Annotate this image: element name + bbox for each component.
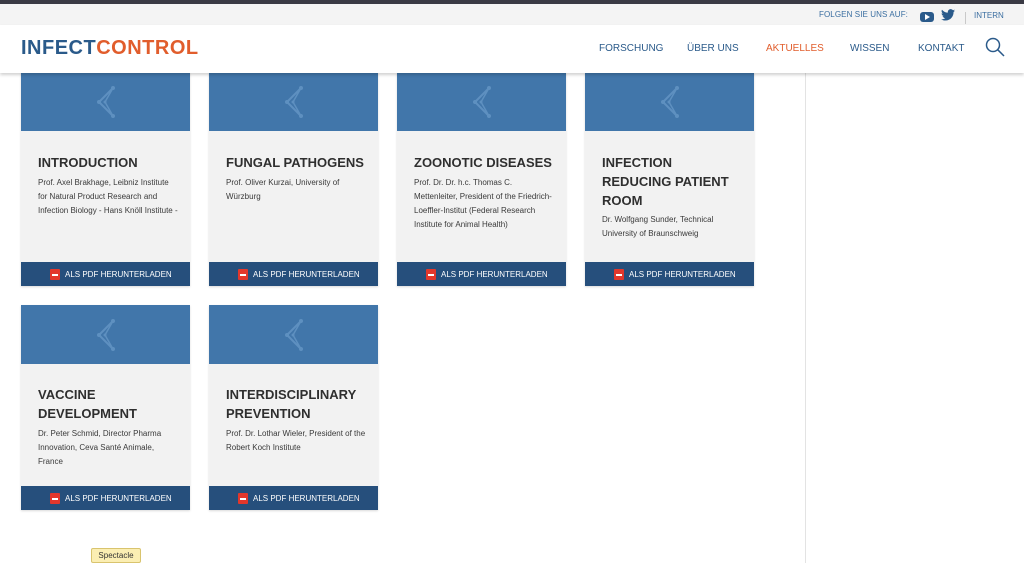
follow-us-label: FOLGEN SIE UNS AUF: <box>818 10 908 19</box>
card-description: Prof. Axel Brakhage, Leibniz Institute f… <box>38 178 178 215</box>
card-vaccine-development[interactable]: VACCINE DEVELOPMENT Dr. Peter Schmid, Di… <box>21 305 190 510</box>
card-image <box>209 72 378 131</box>
pdf-download-button[interactable]: ALS PDF HERUNTERLADEN <box>397 262 566 286</box>
card-fungal-pathogens[interactable]: FUNGAL PATHOGENS Prof. Oliver Kurzai, Un… <box>209 72 378 286</box>
card-title: INTRODUCTION <box>38 155 138 170</box>
card-title: VACCINE DEVELOPMENT <box>38 387 137 421</box>
site-logo[interactable]: INFECTCONTROL <box>21 37 199 60</box>
card-image <box>397 72 566 131</box>
infectcontrol-logo-icon <box>473 86 491 118</box>
card-infection-reducing-patient-room[interactable]: INFECTION REDUCING PATIENT ROOM Dr. Wolf… <box>585 72 754 286</box>
card-zoonotic-diseases[interactable]: ZOONOTIC DISEASES Prof. Dr. Dr. h.c. Tho… <box>397 72 566 286</box>
nav-item-aktuelles[interactable]: AKTUELLES <box>766 43 824 54</box>
youtube-icon[interactable] <box>920 12 934 22</box>
infectcontrol-logo-icon <box>661 86 679 118</box>
card-image <box>21 305 190 364</box>
pdf-icon <box>426 269 436 280</box>
card-image <box>21 72 190 131</box>
card-title: INTERDISCIPLINARY PREVENTION <box>226 387 357 421</box>
twitter-icon[interactable] <box>941 9 955 24</box>
pdf-icon <box>238 269 248 280</box>
nav-item-forschung[interactable]: FORSCHUNG <box>599 43 663 54</box>
logo-part-infect: INFECT <box>21 37 97 59</box>
pdf-download-button[interactable]: ALS PDF HERUNTERLADEN <box>209 262 378 286</box>
infectcontrol-logo-icon <box>97 86 115 118</box>
infectcontrol-logo-icon <box>285 86 303 118</box>
download-label: ALS PDF HERUNTERLADEN <box>629 270 736 279</box>
card-title: INFECTION REDUCING PATIENT ROOM <box>602 155 729 208</box>
logo-part-control: CONTROL <box>96 37 199 59</box>
card-introduction[interactable]: INTRODUCTION Prof. Axel Brakhage, Leibni… <box>21 72 190 286</box>
nav-item-ueber-uns[interactable]: ÜBER UNS <box>687 43 739 54</box>
card-interdisciplinary-prevention[interactable]: INTERDISCIPLINARY PREVENTION Prof. Dr. L… <box>209 305 378 510</box>
pdf-download-button[interactable]: ALS PDF HERUNTERLADEN <box>585 262 754 286</box>
pdf-icon <box>50 269 60 280</box>
card-description: Prof. Dr. Lothar Wieler, President of th… <box>226 429 366 452</box>
download-label: ALS PDF HERUNTERLADEN <box>65 494 172 503</box>
download-label: ALS PDF HERUNTERLADEN <box>253 270 360 279</box>
card-title: FUNGAL PATHOGENS <box>226 155 364 170</box>
download-label: ALS PDF HERUNTERLADEN <box>65 270 172 279</box>
intern-link[interactable]: INTERN <box>974 11 1004 20</box>
pdf-download-button[interactable]: ALS PDF HERUNTERLADEN <box>21 486 190 510</box>
pdf-icon <box>238 493 248 504</box>
card-description: Dr. Wolfgang Sunder, Technical Universit… <box>602 215 714 238</box>
sidebar-divider <box>805 73 806 563</box>
card-image <box>585 72 754 131</box>
nav-item-kontakt[interactable]: KONTAKT <box>918 43 964 54</box>
nav-item-wissen[interactable]: WISSEN <box>850 43 889 54</box>
search-icon[interactable] <box>985 37 1005 57</box>
card-title: ZOONOTIC DISEASES <box>414 155 552 170</box>
download-label: ALS PDF HERUNTERLADEN <box>253 494 360 503</box>
pdf-download-button[interactable]: ALS PDF HERUNTERLADEN <box>209 486 378 510</box>
card-description: Prof. Dr. Dr. h.c. Thomas C. Mettenleite… <box>414 178 552 229</box>
card-image <box>209 305 378 364</box>
pdf-icon <box>50 493 60 504</box>
download-label: ALS PDF HERUNTERLADEN <box>441 270 548 279</box>
infectcontrol-logo-icon <box>285 319 303 351</box>
main-header: INFECTCONTROL FORSCHUNG ÜBER UNS AKTUELL… <box>0 25 1024 73</box>
pdf-download-button[interactable]: ALS PDF HERUNTERLADEN <box>21 262 190 286</box>
card-description: Dr. Peter Schmid, Director Pharma Innova… <box>38 429 162 466</box>
card-description: Prof. Oliver Kurzai, University of Würzb… <box>226 178 340 201</box>
spectacle-badge[interactable]: Spectacle <box>91 548 141 563</box>
utility-bar: FOLGEN SIE UNS AUF: INTERN <box>0 4 1024 25</box>
pdf-icon <box>614 269 624 280</box>
infectcontrol-logo-icon <box>97 319 115 351</box>
utility-divider <box>965 12 966 24</box>
